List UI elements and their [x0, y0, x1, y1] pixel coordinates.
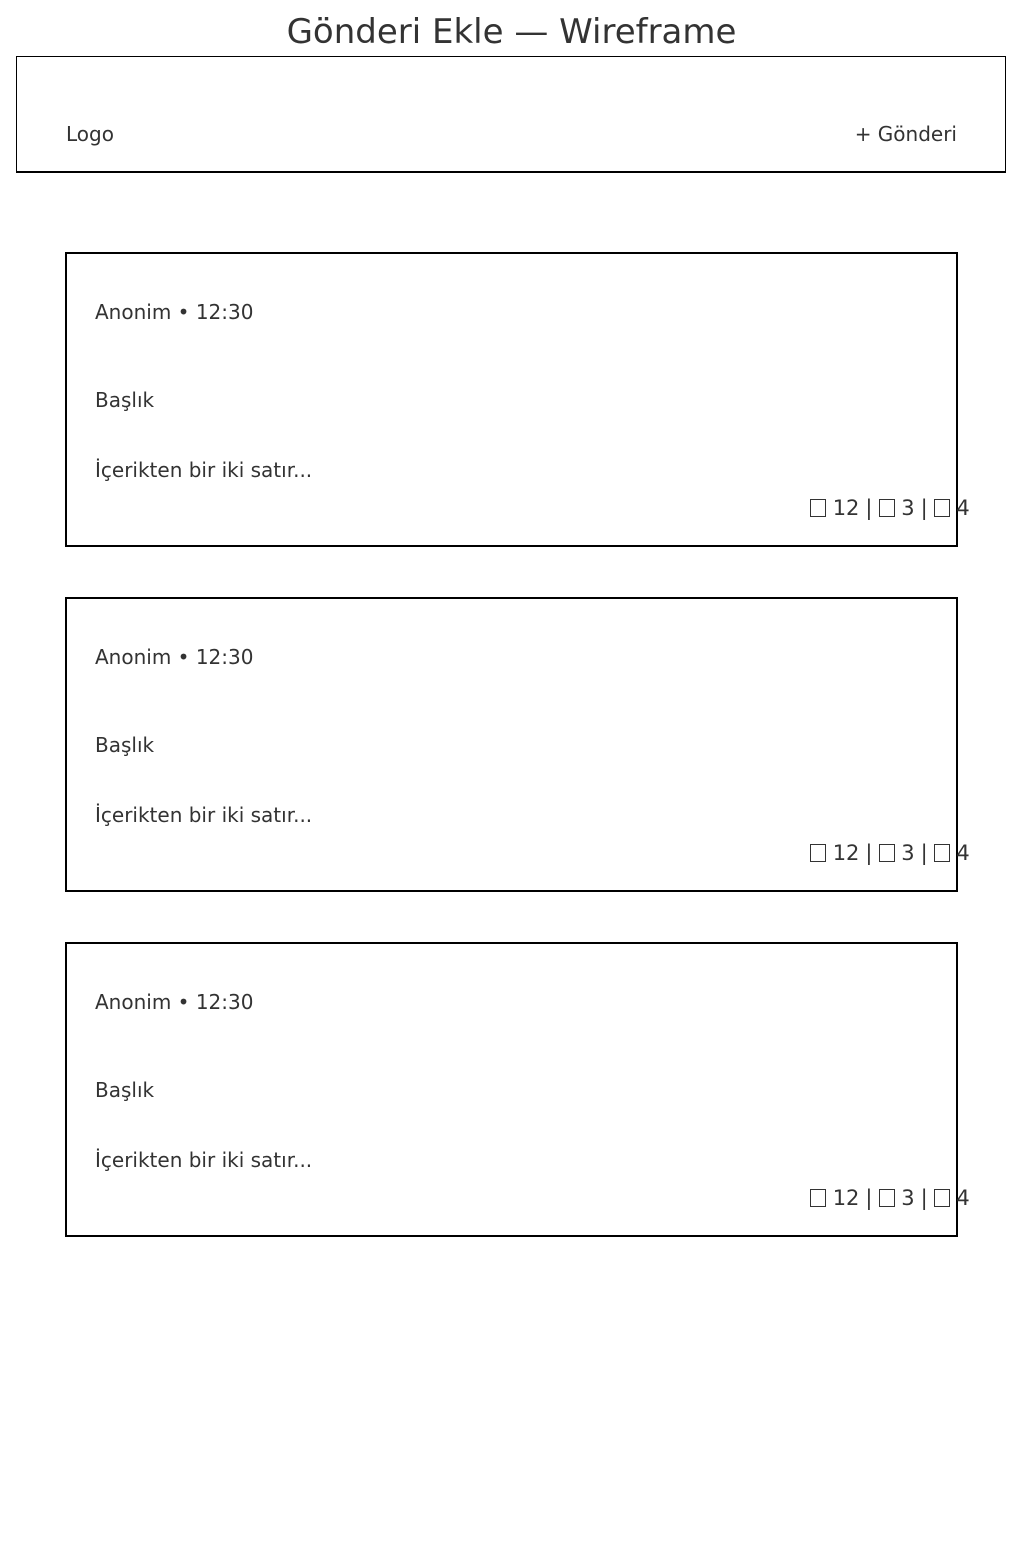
stats-separator: | [920, 1186, 928, 1210]
post-meta: Anonim • 12:30 [95, 990, 254, 1014]
post-meta: Anonim • 12:30 [95, 645, 254, 669]
post-title[interactable]: Başlık [95, 732, 154, 758]
comment-button[interactable]: 3 [878, 1186, 915, 1210]
post-card[interactable]: Anonim • 12:30 Başlık İçerikten bir iki … [65, 252, 970, 547]
stats-separator: | [865, 841, 873, 865]
like-count: 12 [832, 1186, 860, 1210]
post-card[interactable]: Anonim • 12:30 Başlık İçerikten bir iki … [65, 597, 970, 892]
post-card[interactable]: Anonim • 12:30 Başlık İçerikten bir iki … [65, 942, 970, 1237]
post-stats: 12 | 3 | 4 [810, 494, 970, 522]
like-count: 12 [832, 496, 860, 520]
comment-count: 3 [901, 841, 915, 865]
comment-icon [878, 499, 895, 517]
post-excerpt: İçerikten bir iki satır... [95, 458, 313, 482]
comment-count: 3 [901, 1186, 915, 1210]
like-icon [810, 844, 826, 862]
share-count: 4 [956, 1186, 970, 1210]
like-button[interactable]: 12 [810, 496, 859, 520]
comment-button[interactable]: 3 [878, 496, 915, 520]
share-icon [933, 499, 950, 517]
post-excerpt: İçerikten bir iki satır... [95, 1148, 313, 1172]
post-excerpt: İçerikten bir iki satır... [95, 803, 313, 827]
post-title[interactable]: Başlık [95, 387, 154, 413]
post-stats: 12 | 3 | 4 [810, 1184, 970, 1212]
like-button[interactable]: 12 [810, 841, 859, 865]
stats-separator: | [865, 1186, 873, 1210]
add-post-button[interactable]: + Gönderi [855, 121, 957, 147]
like-icon [810, 1189, 826, 1207]
share-button[interactable]: 4 [933, 496, 970, 520]
post-title[interactable]: Başlık [95, 1077, 154, 1103]
post-stats: 12 | 3 | 4 [810, 839, 970, 867]
comment-icon [878, 844, 895, 862]
post-meta: Anonim • 12:30 [95, 300, 254, 324]
share-button[interactable]: 4 [933, 841, 970, 865]
stats-separator: | [920, 841, 928, 865]
share-count: 4 [956, 841, 970, 865]
share-count: 4 [956, 496, 970, 520]
comment-count: 3 [901, 496, 915, 520]
share-button[interactable]: 4 [933, 1186, 970, 1210]
top-navbar: Logo + Gönderi [16, 56, 1006, 173]
page-title: Gönderi Ekle — Wireframe [286, 12, 737, 52]
share-icon [933, 1189, 950, 1207]
comment-icon [878, 1189, 895, 1207]
logo[interactable]: Logo [66, 121, 114, 147]
like-count: 12 [832, 841, 860, 865]
stats-separator: | [865, 496, 873, 520]
like-icon [810, 499, 826, 517]
like-button[interactable]: 12 [810, 1186, 859, 1210]
stats-separator: | [920, 496, 928, 520]
share-icon [933, 844, 950, 862]
comment-button[interactable]: 3 [878, 841, 915, 865]
